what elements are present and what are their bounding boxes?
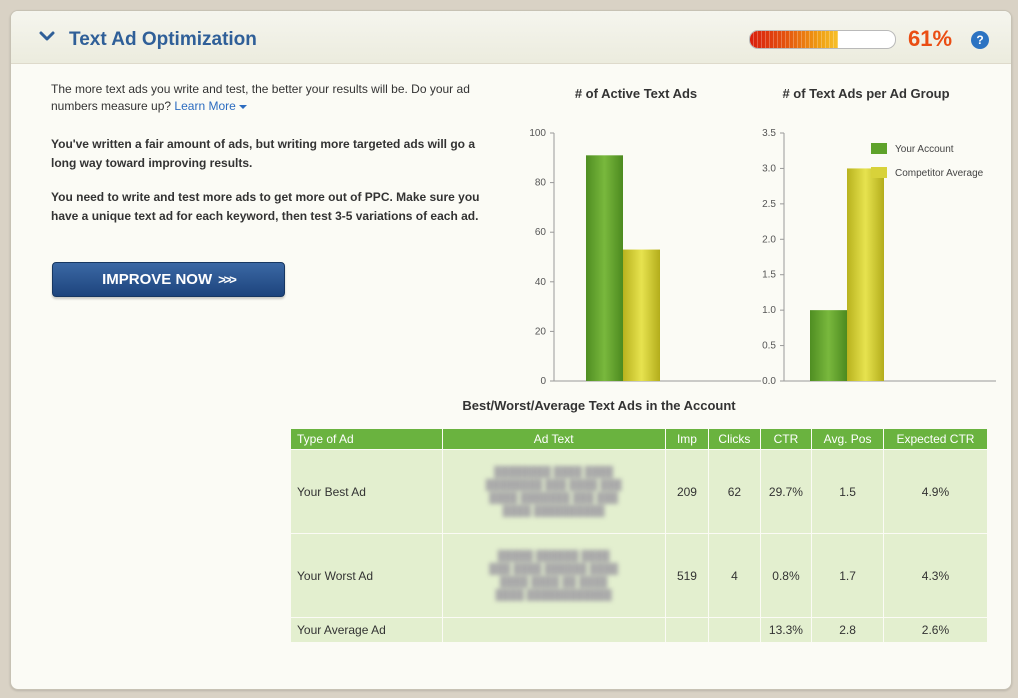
chart-title-ads-per-group: # of Text Ads per Ad Group [782, 86, 950, 101]
table-row: Your Average Ad 13.3% 2.8 2.6% [291, 617, 989, 642]
bar-competitor-average [623, 249, 660, 381]
chart-title-active-ads: # of Active Text Ads [574, 86, 698, 101]
col-imp: Imp [665, 429, 710, 450]
legend-swatch [871, 143, 887, 154]
row-imp: 519 [665, 533, 710, 618]
y-tick-label: 0 [540, 376, 546, 387]
learn-more-label: Learn More [174, 99, 236, 113]
row-expected-ctr: 2.6% [883, 617, 989, 642]
row-ad-text [442, 617, 666, 642]
row-type: Your Worst Ad [291, 533, 443, 618]
improve-now-label: IMPROVE NOW [102, 271, 213, 288]
panel-header[interactable]: Text Ad Optimization 61% ? [11, 11, 1011, 64]
panel-title: Text Ad Optimization [69, 29, 257, 50]
table-row: Your Best Ad ████████ ████ ████ ████████ … [291, 449, 989, 534]
col-ctr: CTR [760, 429, 813, 450]
ads-per-group-chart: 0.0 0.5 1.0 1.5 2.0 2.5 3.0 3.5 Your Account Comp… [762, 128, 996, 387]
score-percent: 61% [908, 26, 953, 51]
y-tick-label: 2.0 [762, 234, 776, 245]
bar-your-account [586, 155, 623, 381]
row-ctr: 0.8% [760, 533, 813, 618]
improve-now-button[interactable]: IMPROVE NOW >>> [52, 262, 285, 297]
y-tick-label: 60 [535, 227, 547, 238]
col-expected-ctr: Expected CTR [883, 429, 989, 450]
ads-table: Type of Ad Ad Text Imp Clicks CTR Avg. P… [291, 429, 989, 642]
score-progress-bar [749, 30, 896, 49]
row-clicks [708, 617, 761, 642]
row-expected-ctr: 4.3% [883, 533, 989, 618]
score-progress-stripes [750, 31, 839, 48]
row-avg-pos: 1.7 [811, 533, 884, 618]
row-avg-pos: 2.8 [811, 617, 884, 642]
blurred-text-block: █████ ██████ ████ ███ ████ ██████ ████ ███… [489, 550, 619, 601]
col-clicks: Clicks [708, 429, 761, 450]
row-expected-ctr: 4.9% [883, 449, 989, 534]
intro-body: The more text ads you write and test, th… [51, 82, 470, 113]
blurred-ad-text: █████ ██████ ████ ███ ████ ██████ ████ ███… [442, 533, 666, 618]
message-write-more: You need to write and test more ads to g… [51, 190, 480, 223]
active-text-ads-chart: 0 20 40 60 80 100 [529, 128, 761, 387]
row-avg-pos: 1.5 [811, 449, 884, 534]
col-avg-pos: Avg. Pos [811, 429, 884, 450]
bar-competitor-average [847, 168, 884, 381]
help-icon[interactable]: ? [971, 31, 989, 49]
y-tick-label: 20 [535, 326, 547, 337]
blurred-text-block: ████████ ████ ████ ████████ ███ ████ ███ █… [485, 466, 622, 517]
table-title: Best/Worst/Average Text Ads in the Accou… [462, 398, 736, 413]
y-tick-label: 0.5 [762, 341, 776, 352]
caret-down-icon [238, 104, 247, 109]
col-type: Type of Ad [291, 429, 443, 450]
y-tick-label: 100 [529, 128, 546, 139]
chevron-down-icon[interactable] [39, 28, 55, 44]
y-tick-label: 2.5 [762, 199, 776, 210]
y-tick-label: 3.0 [762, 163, 776, 174]
learn-more-link[interactable]: Learn More [174, 99, 247, 113]
row-imp: 209 [665, 449, 710, 534]
y-tick-label: 3.5 [762, 128, 776, 139]
text-ad-optimization-panel: Text Ad Optimization 61% ? The more text… [10, 10, 1012, 690]
table-header-row: Type of Ad Ad Text Imp Clicks CTR Avg. P… [291, 429, 989, 450]
col-ad-text: Ad Text [442, 429, 666, 450]
bar-your-account [810, 310, 847, 381]
row-ctr: 29.7% [760, 449, 813, 534]
y-tick-label: 80 [535, 178, 547, 189]
row-ctr: 13.3% [760, 617, 813, 642]
row-type: Your Best Ad [291, 449, 443, 534]
legend-swatch [871, 167, 887, 178]
y-tick-label: 1.5 [762, 270, 776, 281]
legend-label: Competitor Average [895, 168, 984, 179]
blurred-ad-text: ████████ ████ ████ ████████ ███ ████ ███ █… [442, 449, 666, 534]
table-row: Your Worst Ad █████ ██████ ████ ███ ████ … [291, 533, 989, 618]
message-ad-volume: You've written a fair amount of ads, but… [51, 137, 476, 170]
y-tick-label: 1.0 [762, 305, 776, 316]
row-clicks: 62 [708, 449, 761, 534]
triple-chevron-icon: >>> [218, 272, 237, 287]
intro-text: The more text ads you write and test, th… [51, 81, 511, 115]
row-imp [665, 617, 710, 642]
legend-label: Your Account [895, 144, 954, 155]
row-type: Your Average Ad [291, 617, 443, 642]
y-tick-label: 0.0 [762, 376, 776, 387]
y-tick-label: 40 [535, 277, 547, 288]
row-clicks: 4 [708, 533, 761, 618]
